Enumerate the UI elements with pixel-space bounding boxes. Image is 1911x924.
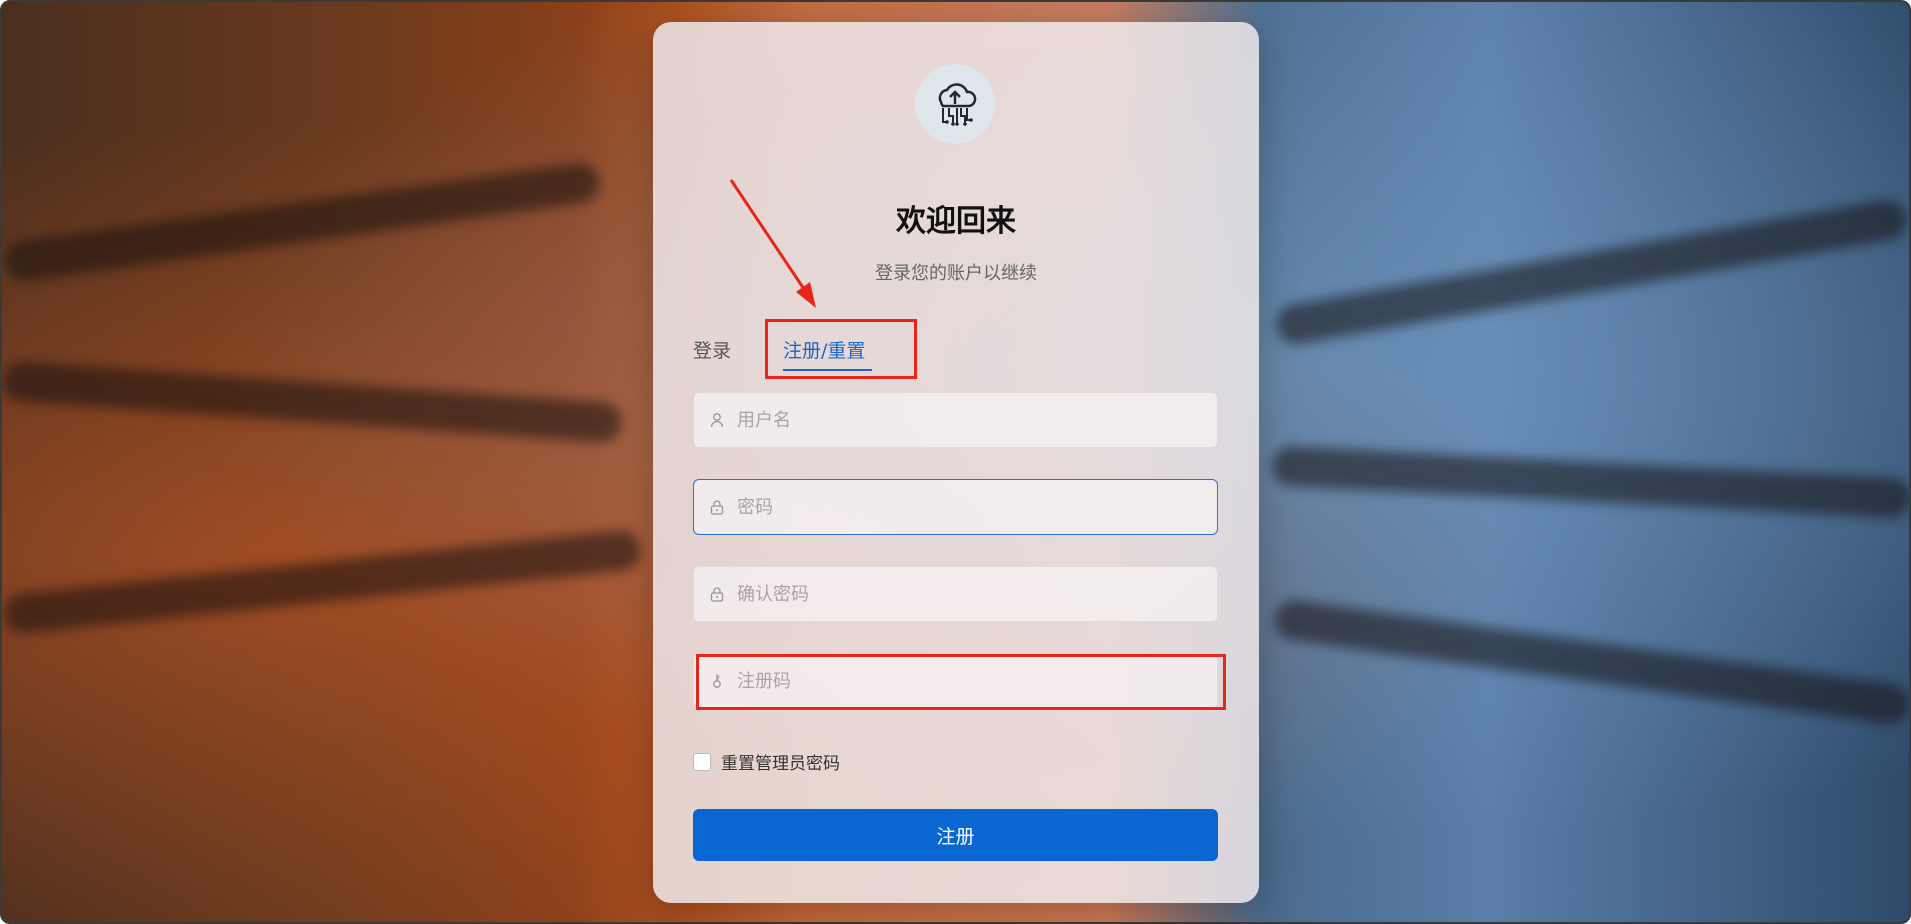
login-card: 欢迎回来 登录您的账户以继续 登录 注册/重置 重置管理员密码 注册 <box>653 22 1259 903</box>
password-input[interactable] <box>735 495 1199 519</box>
username-input[interactable] <box>735 408 1199 432</box>
background-shadow-figure <box>1271 445 1909 519</box>
register-button[interactable]: 注册 <box>693 809 1218 861</box>
password-field[interactable] <box>693 479 1218 535</box>
lock-icon <box>708 499 726 515</box>
annotation-arrow-icon <box>729 179 816 308</box>
username-field[interactable] <box>693 392 1218 448</box>
user-icon <box>708 412 726 428</box>
background-shadow-figure <box>2 160 602 284</box>
background-shadow-figure <box>1272 597 1909 727</box>
reset-admin-checkbox-row[interactable]: 重置管理员密码 <box>693 749 840 774</box>
tab-login[interactable]: 登录 <box>693 336 731 363</box>
annotation-highlight-box <box>765 319 917 379</box>
reset-admin-checkbox[interactable] <box>693 752 711 771</box>
annotation-highlight-box <box>696 654 1226 710</box>
background-shadow-figure <box>1273 196 1909 348</box>
background-shadow-figure <box>2 528 643 636</box>
lock-icon <box>708 586 726 602</box>
background-shadow-figure <box>2 360 623 444</box>
reset-admin-checkbox-label[interactable]: 重置管理员密码 <box>721 749 840 774</box>
cloud-circuit-logo-icon <box>915 64 995 144</box>
confirm-password-input[interactable] <box>735 582 1199 606</box>
confirm-password-field[interactable] <box>693 566 1218 622</box>
